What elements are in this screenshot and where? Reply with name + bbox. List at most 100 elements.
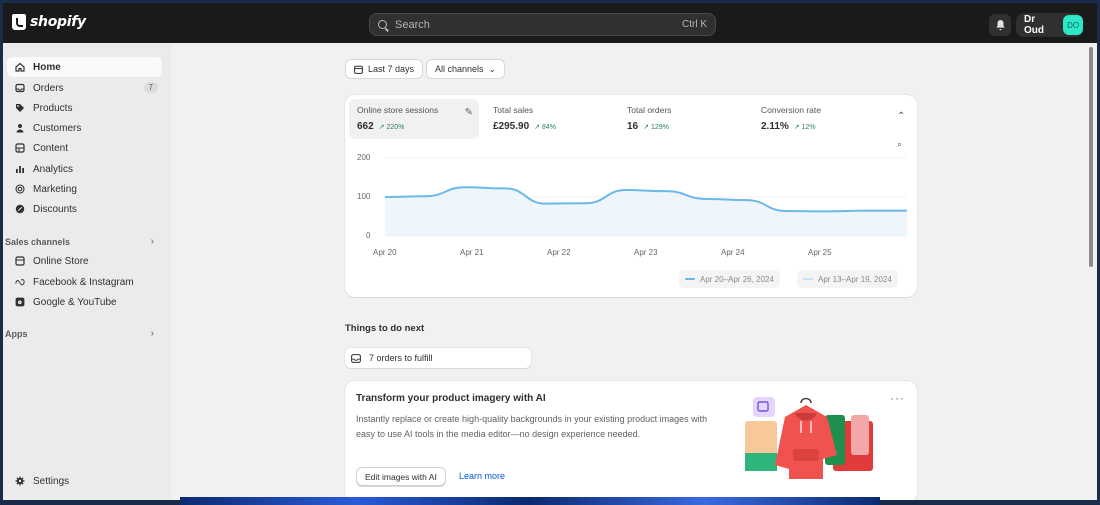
sidebar-item-label: Online Store (33, 255, 89, 267)
things-to-do-heading: Things to do next (345, 323, 425, 334)
legend-previous-period[interactable]: Apr 13–Apr 19, 2024 (797, 270, 898, 288)
legend-current-period[interactable]: Apr 20–Apr 26, 2024 (679, 270, 780, 288)
metric-value-row: £295.90 ↗ 84% (493, 121, 607, 132)
channels-filter-button[interactable]: All channels ⌄ (426, 59, 506, 79)
user-menu-button[interactable]: Dr Oud DO (1016, 13, 1083, 37)
legend-swatch (685, 278, 695, 280)
legend-label: Apr 13–Apr 19, 2024 (818, 274, 892, 284)
metric-value: 2.11% (761, 121, 789, 132)
chevron-down-icon: ⌄ (488, 63, 497, 74)
legend-label: Apr 20–Apr 26, 2024 (700, 274, 774, 284)
metric-value-row: 16 ↗ 129% (627, 121, 741, 132)
sidebar-item-marketing[interactable]: Marketing (7, 179, 162, 199)
sidebar-item-label: Discounts (33, 203, 77, 215)
bar-chart-icon (15, 164, 25, 174)
ai-promo-card: Transform your product imagery with AI I… (345, 381, 917, 500)
metric-change-value: 129% (650, 123, 669, 131)
sidebar-item-orders[interactable]: Orders 7 (7, 78, 162, 98)
sidebar-item-products[interactable]: Products (7, 98, 162, 118)
metric-change: ↗ 129% (643, 123, 669, 131)
sidebar-item-home[interactable]: Home (7, 57, 162, 77)
metric-title: Total orders (627, 105, 672, 115)
shopify-bag-icon (12, 14, 26, 30)
search-placeholder: Search (395, 18, 430, 31)
series-area (385, 187, 907, 236)
date-range-button[interactable]: Last 7 days (345, 59, 424, 79)
scrollbar-thumb[interactable] (1089, 47, 1093, 267)
sidebar-item-label: Google & YouTube (33, 296, 117, 308)
sidebar-item-label: Analytics (33, 163, 74, 175)
sidebar-item-online-store[interactable]: Online Store (7, 251, 162, 271)
target-icon (15, 184, 25, 194)
metric-change-value: 220% (386, 123, 405, 131)
x-tick: Apr 25 (808, 248, 832, 257)
metric-conversion-rate[interactable]: Conversion rate 2.11% ↗ 12% (753, 99, 883, 139)
metric-value: 662 (357, 121, 374, 132)
metric-change: ↗ 84% (534, 123, 556, 131)
discount-icon (15, 204, 25, 214)
metric-total-sales[interactable]: Total sales £295.90 ↗ 84% (485, 99, 615, 139)
metric-value: 16 (627, 121, 639, 132)
store-icon (15, 256, 25, 266)
pencil-icon[interactable]: ✎ (465, 107, 473, 118)
meta-icon (15, 277, 25, 287)
apps-label: Apps (5, 329, 28, 339)
search-bar[interactable]: Search Ctrl K (369, 13, 716, 36)
sidebar: Home Orders 7 Products Customers Content… (3, 43, 171, 500)
learn-more-link[interactable]: Learn more (459, 471, 505, 481)
zoom-icon[interactable]: ⌕ (897, 139, 902, 150)
notifications-button[interactable] (989, 14, 1011, 36)
chevron-right-icon: › (150, 328, 154, 339)
x-tick: Apr 21 (460, 248, 484, 257)
legend-swatch (803, 278, 813, 280)
metric-value-row: 2.11% ↗ 12% (761, 121, 875, 132)
y-tick: 200 (357, 153, 371, 162)
sales-channels-heading[interactable]: Sales channels › (5, 236, 160, 247)
sidebar-item-discounts[interactable]: Discounts (7, 199, 162, 219)
sidebar-item-label: Marketing (33, 183, 77, 195)
y-tick: 0 (366, 231, 371, 240)
x-tick: Apr 23 (634, 248, 658, 257)
person-icon (15, 123, 25, 133)
sidebar-item-settings[interactable]: Settings (7, 471, 162, 491)
sidebar-item-content[interactable]: Content (7, 138, 162, 158)
metric-title: Online store sessions (357, 105, 439, 115)
page-scrollbar[interactable] (1085, 43, 1097, 500)
sidebar-item-label: Content (33, 142, 69, 154)
x-tick: Apr 22 (547, 248, 571, 257)
sidebar-item-label: Orders (33, 82, 64, 94)
metric-value: £295.90 (493, 121, 530, 132)
sidebar-item-customers[interactable]: Customers (7, 118, 162, 138)
content-icon (15, 143, 25, 153)
bell-icon (995, 20, 1005, 31)
search-shortcut: Ctrl K (682, 19, 707, 30)
x-tick: Apr 24 (721, 248, 745, 257)
sidebar-item-label: Customers (33, 122, 82, 134)
metric-total-orders[interactable]: Total orders 16 ↗ 129% (619, 99, 749, 139)
search-icon (378, 20, 387, 29)
analytics-card: Online store sessions 662 ↗ 220% ✎ Total… (345, 95, 917, 297)
sidebar-item-facebook-instagram[interactable]: Facebook & Instagram (7, 272, 162, 292)
metric-sessions[interactable]: Online store sessions 662 ↗ 220% ✎ (349, 99, 479, 139)
orders-to-fulfill-task[interactable]: 7 orders to fulfill (345, 348, 531, 368)
metric-title: Total sales (493, 105, 534, 115)
metric-value-row: 662 ↗ 220% (357, 121, 471, 132)
logo-text: shopify (30, 14, 86, 30)
sidebar-item-label: Products (33, 102, 73, 114)
sidebar-item-label: Settings (33, 475, 70, 487)
ai-card-title: Transform your product imagery with AI (356, 393, 546, 404)
ai-card-body: Instantly replace or create high-quality… (356, 414, 708, 439)
home-icon (15, 62, 25, 72)
series-line (384, 186, 907, 213)
collapse-chevron-icon[interactable]: ⌃ (897, 111, 905, 122)
shopify-logo[interactable]: shopify (12, 14, 86, 30)
user-name: Dr Oud (1024, 14, 1044, 36)
apps-heading[interactable]: Apps › (5, 328, 160, 339)
tag-icon (15, 103, 25, 113)
sidebar-item-google-youtube[interactable]: Google & YouTube (7, 292, 162, 312)
more-options-icon[interactable]: ··· (890, 391, 905, 405)
calendar-icon (354, 65, 363, 74)
edit-images-button[interactable]: Edit images with AI (356, 467, 446, 486)
metric-change: ↗ 12% (793, 123, 816, 131)
sidebar-item-analytics[interactable]: Analytics (7, 159, 162, 179)
